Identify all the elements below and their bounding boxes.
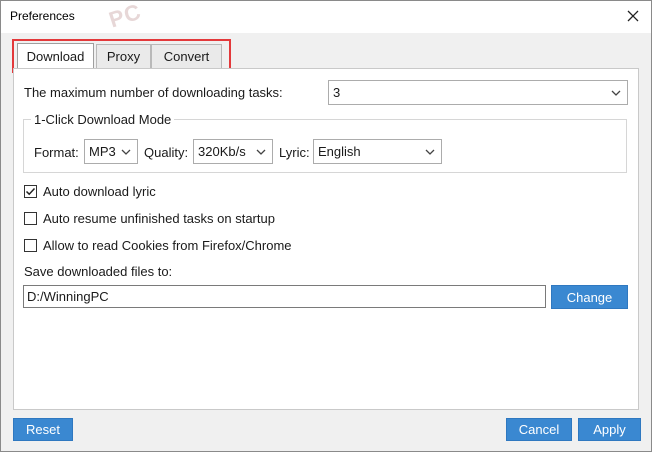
select-value: 320Kb/s [198,144,246,159]
chevron-down-icon [611,90,621,96]
max-tasks-select[interactable]: 3 [328,80,628,105]
cancel-button-label: Cancel [518,422,560,437]
auto-resume-option[interactable]: Auto resume unfinished tasks on startup [24,211,275,226]
cancel-button[interactable]: Cancel [506,418,572,441]
cookies-checkbox[interactable] [24,239,37,252]
title-bar: Preferences PC [1,0,651,33]
chevron-down-icon [256,149,266,155]
max-tasks-label: The maximum number of downloading tasks: [24,85,283,100]
auto-resume-checkbox[interactable] [24,212,37,225]
auto-lyric-checkbox[interactable] [24,185,37,198]
format-label: Format: [34,145,79,160]
select-value: English [318,144,361,159]
chevron-down-icon [425,149,435,155]
preferences-dialog: Preferences PC Download Proxy Convert Th… [0,0,652,452]
quality-select[interactable]: 320Kb/s [193,139,273,164]
chevron-down-icon [121,149,131,155]
lyric-label: Lyric: [279,145,310,160]
close-button[interactable] [621,5,645,27]
select-value: MP3 [89,144,116,159]
quality-label: Quality: [144,145,189,160]
auto-lyric-label: Auto download lyric [43,184,156,199]
window-title: Preferences [10,9,75,23]
select-value: 3 [333,85,341,100]
format-select[interactable]: MP3 [84,139,138,164]
apply-button-label: Apply [593,422,626,437]
change-button-label: Change [566,289,613,305]
reset-button[interactable]: Reset [13,418,73,441]
apply-button[interactable]: Apply [578,418,641,441]
watermark: PC [105,0,145,33]
auto-resume-label: Auto resume unfinished tasks on startup [43,211,275,226]
close-icon [627,10,639,22]
change-button[interactable]: Change [551,285,628,309]
checkmark-icon [25,187,36,196]
auto-lyric-option[interactable]: Auto download lyric [24,184,156,199]
cookies-label: Allow to read Cookies from Firefox/Chrom… [43,238,292,253]
save-location-label: Save downloaded files to: [24,264,173,279]
save-path-input[interactable]: D:/WinningPC [23,285,546,308]
group-title: 1-Click Download Mode [31,112,175,127]
reset-button-label: Reset [26,422,60,437]
lyric-select[interactable]: English [313,139,442,164]
cookies-option[interactable]: Allow to read Cookies from Firefox/Chrom… [24,238,292,253]
save-path-value: D:/WinningPC [27,289,109,304]
